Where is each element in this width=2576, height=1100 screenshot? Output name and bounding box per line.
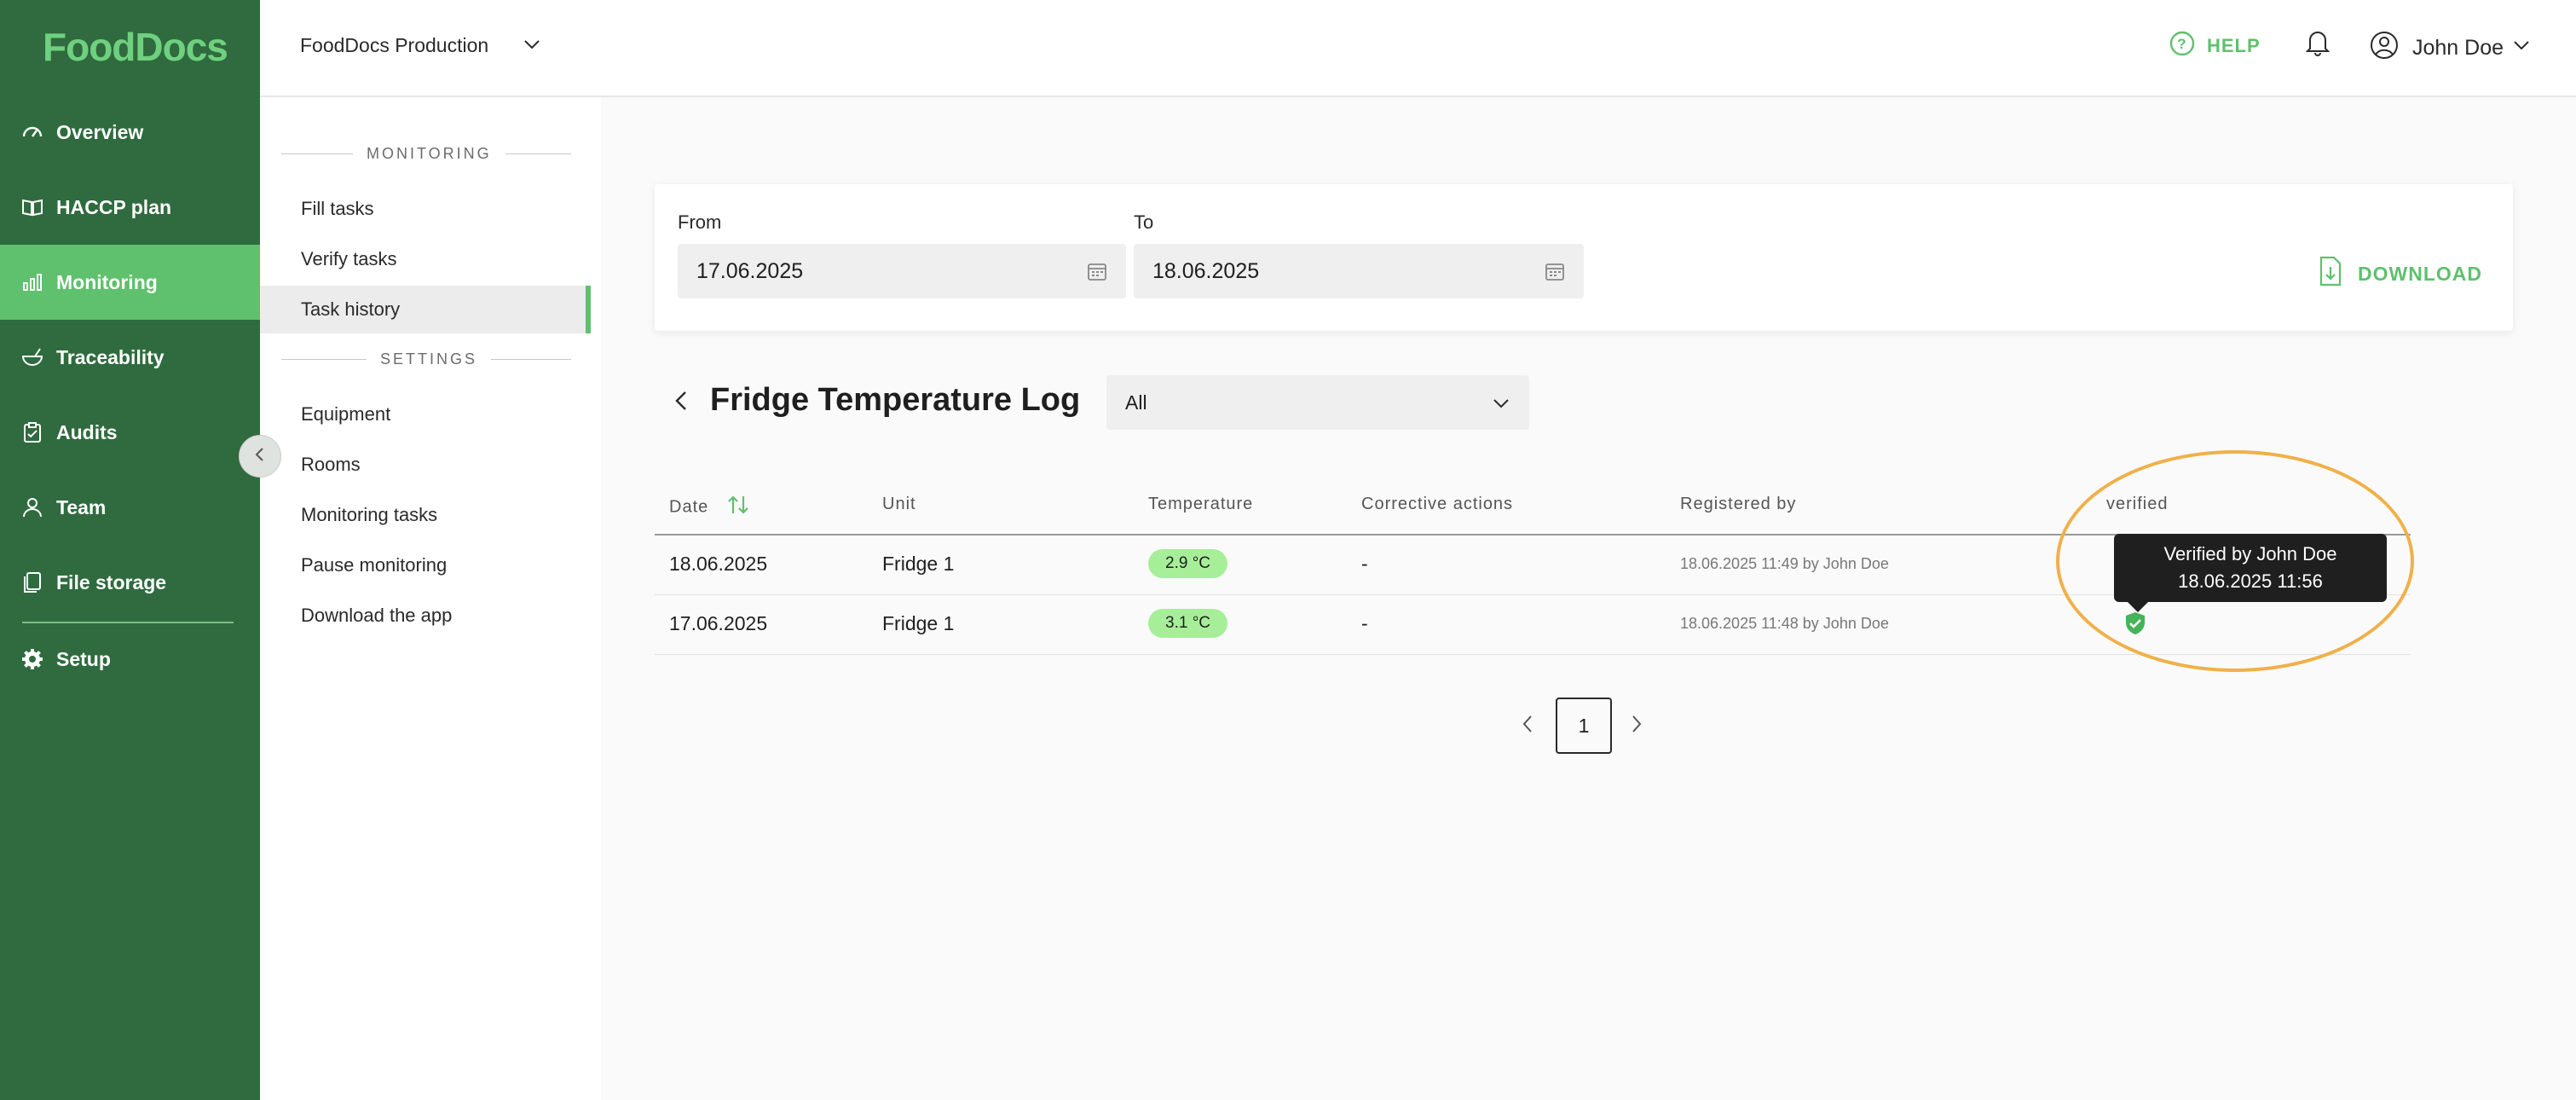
subnav-item-rooms[interactable]: Rooms: [260, 441, 591, 489]
download-label: DOWNLOAD: [2358, 263, 2482, 286]
download-button[interactable]: DOWNLOAD: [2319, 256, 2482, 292]
back-button[interactable]: [672, 389, 690, 417]
nav-item-file-storage[interactable]: File storage: [0, 545, 260, 620]
cell-unit: Fridge 1: [882, 553, 954, 576]
nav-label: Setup: [56, 648, 111, 671]
column-header-temperature: Temperature: [1148, 495, 1253, 514]
nav-label: File storage: [56, 571, 166, 594]
nav-item-setup[interactable]: Setup: [0, 622, 260, 697]
chevron-left-icon: [251, 446, 269, 467]
from-date-input[interactable]: 17.06.2025: [678, 244, 1126, 298]
bowl-icon: [20, 345, 44, 369]
help-icon: ?: [2169, 31, 2195, 61]
user-name: John Doe: [2412, 36, 2504, 61]
cell-date: 17.06.2025: [669, 612, 767, 635]
subnav-item-equipment[interactable]: Equipment: [260, 391, 591, 438]
temperature-badge: 2.9 °C: [1148, 549, 1227, 578]
subnav-item-task-history[interactable]: Task history: [260, 286, 591, 333]
calendar-icon: [1087, 261, 1107, 287]
nav-item-traceability[interactable]: Traceability: [0, 320, 260, 395]
subnav-item-monitoring-tasks[interactable]: Monitoring tasks: [260, 491, 591, 539]
chevron-down-icon[interactable]: [522, 34, 542, 59]
collapse-sidebar-button[interactable]: [239, 435, 281, 478]
clipboard-icon: [20, 420, 44, 444]
page-number-current[interactable]: 1: [1556, 698, 1612, 754]
user-menu[interactable]: John Doe: [2370, 31, 2531, 66]
chevron-down-icon: [2512, 36, 2531, 61]
previous-page-button[interactable]: [1519, 713, 1536, 739]
sort-icon[interactable]: [726, 495, 752, 520]
chevron-left-icon: [672, 402, 690, 416]
temperature-badge: 3.1 °C: [1148, 609, 1227, 638]
nav-label: Audits: [56, 421, 118, 444]
column-header-date[interactable]: Date: [669, 495, 752, 520]
nav-label: Overview: [56, 121, 143, 144]
cell-unit: Fridge 1: [882, 612, 954, 635]
bell-icon[interactable]: [2306, 29, 2330, 61]
cell-registered-by: 18.06.2025 11:48 by John Doe: [1680, 615, 1889, 633]
subnav-item-fill-tasks[interactable]: Fill tasks: [260, 185, 591, 233]
fooddocs-logo[interactable]: FoodDocs: [43, 24, 228, 70]
chevron-down-icon: [1492, 394, 1510, 418]
nav-item-overview[interactable]: Overview: [0, 95, 260, 170]
chart-icon: [20, 270, 44, 294]
chevron-left-icon: [1519, 724, 1536, 738]
cell-date: 18.06.2025: [669, 553, 767, 576]
file-download-icon: [2319, 256, 2342, 292]
column-header-corrective-actions: Corrective actions: [1361, 495, 1513, 514]
book-icon: [20, 195, 44, 219]
section-title-settings: SETTINGS: [281, 350, 571, 368]
next-page-button[interactable]: [1628, 713, 1645, 739]
subnav-item-download-app[interactable]: Download the app: [260, 592, 591, 640]
organization-selector[interactable]: FoodDocs Production: [300, 34, 488, 57]
gear-icon: [20, 647, 44, 671]
chevron-right-icon: [1628, 724, 1645, 738]
cell-corrective-actions: -: [1361, 553, 1368, 576]
from-label: From: [678, 211, 721, 234]
nav-item-audits[interactable]: Audits: [0, 395, 260, 470]
to-label: To: [1134, 211, 1153, 234]
cell-corrective-actions: -: [1361, 612, 1368, 635]
main-sidebar: FoodDocs Overview HACCP plan Monitoring …: [0, 0, 260, 1100]
from-date-value: 17.06.2025: [696, 259, 803, 284]
column-header-unit: Unit: [882, 495, 916, 514]
gauge-icon: [20, 120, 44, 144]
column-header-registered-by: Registered by: [1680, 495, 1796, 514]
to-date-value: 18.06.2025: [1152, 259, 1259, 284]
files-icon: [20, 570, 44, 594]
nav-label: Monitoring: [56, 271, 158, 294]
section-title-monitoring: MONITORING: [281, 145, 571, 163]
subnav-item-pause-monitoring[interactable]: Pause monitoring: [260, 541, 591, 589]
nav-label: Team: [56, 496, 106, 519]
user-circle-icon: [2370, 31, 2399, 66]
nav-item-team[interactable]: Team: [0, 470, 260, 545]
log-filter-select[interactable]: All: [1106, 375, 1529, 430]
nav-label: Traceability: [56, 346, 165, 369]
nav-item-haccp-plan[interactable]: HACCP plan: [0, 170, 260, 245]
annotation-highlight-circle: [2056, 450, 2414, 672]
svg-text:?: ?: [2177, 36, 2186, 52]
cell-registered-by: 18.06.2025 11:49 by John Doe: [1680, 555, 1889, 573]
help-button[interactable]: ? HELP: [2169, 31, 2261, 61]
calendar-icon: [1545, 261, 1565, 287]
subnav-item-verify-tasks[interactable]: Verify tasks: [260, 235, 591, 283]
to-date-input[interactable]: 18.06.2025: [1134, 244, 1584, 298]
nav-item-monitoring[interactable]: Monitoring: [0, 245, 260, 320]
filter-value: All: [1125, 391, 1147, 414]
user-icon: [20, 495, 44, 519]
help-label: HELP: [2207, 35, 2261, 57]
page-title: Fridge Temperature Log: [710, 382, 1080, 419]
nav-label: HACCP plan: [56, 196, 171, 219]
